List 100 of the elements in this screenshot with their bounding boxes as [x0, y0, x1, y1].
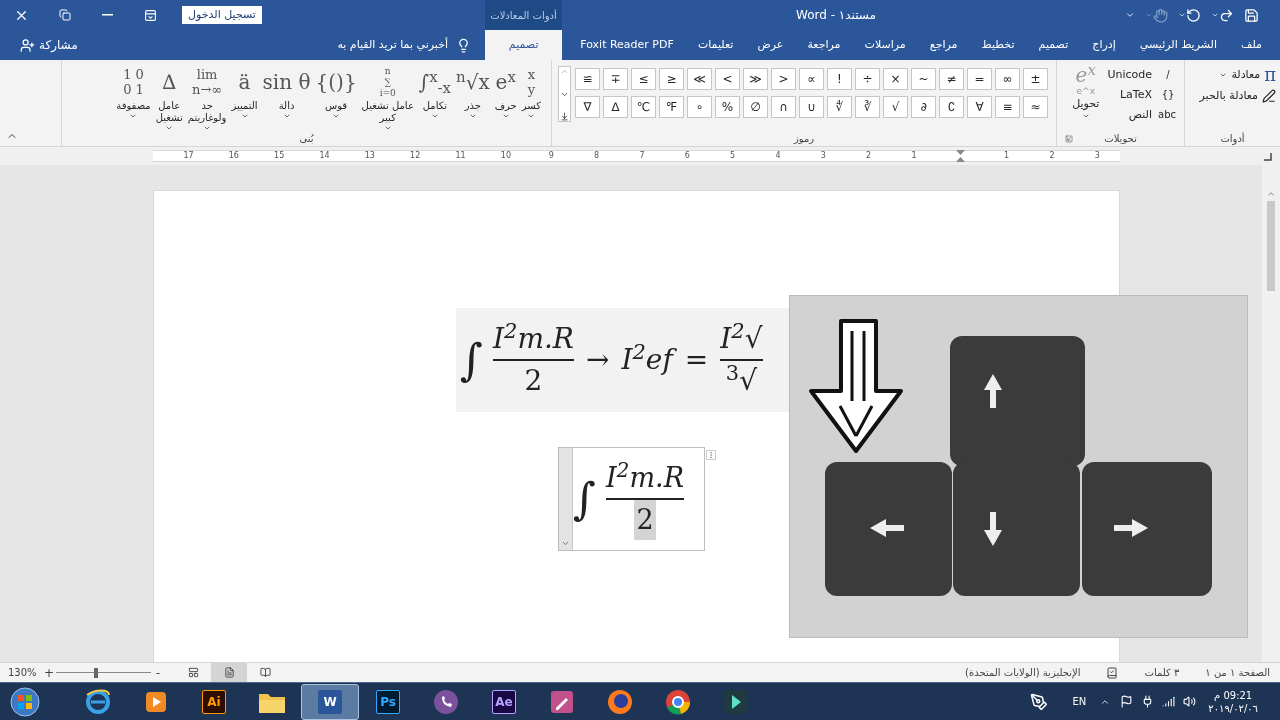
ribbon-tab[interactable]: تعليمات — [691, 30, 740, 60]
symbol-button[interactable]: × — [883, 68, 908, 90]
conversion-option[interactable]: {} LaTeX — [1107, 86, 1176, 104]
page-count[interactable]: الصفحة ١ من ١ — [1205, 665, 1270, 680]
ribbon-tab[interactable]: مراجعة — [801, 30, 847, 60]
symbol-button[interactable]: ≪ — [743, 68, 768, 90]
taskbar-app[interactable]: Ai — [185, 683, 243, 720]
pen-input-icon[interactable] — [1030, 692, 1049, 711]
symbol-button[interactable]: ~ — [911, 68, 936, 90]
symbol-button[interactable]: ∝ — [799, 68, 824, 90]
taskbar-app[interactable]: Ps — [359, 683, 417, 720]
symbol-button[interactable]: ∀ — [967, 96, 992, 118]
symbol-button[interactable]: ∆ — [603, 96, 628, 118]
ribbon-tab[interactable]: مراسلات — [858, 30, 912, 60]
tab-stop-icon[interactable] — [1263, 151, 1272, 161]
action-center-icon[interactable] — [1120, 695, 1134, 708]
caret-icon — [1219, 71, 1228, 79]
ribbon-tab[interactable]: مراجع — [923, 30, 964, 60]
symbol-button[interactable]: ∅ — [743, 96, 768, 118]
ruler-number: 16 — [227, 151, 240, 161]
ribbon-tab[interactable]: تصميم — [1032, 30, 1075, 60]
numerator: I$^{2}$√ — [720, 319, 763, 357]
symbol-button[interactable]: ℃ — [631, 96, 656, 118]
lightbulb-icon — [456, 37, 471, 53]
symbol-button[interactable]: ∁ — [939, 96, 964, 118]
symbol-button[interactable]: % — [715, 96, 740, 118]
view-mode-button[interactable] — [211, 663, 247, 682]
symbol-button[interactable]: < — [771, 68, 796, 90]
ink-equation-button[interactable]: معادلة بالحبر — [1199, 88, 1276, 105]
dialog-launcher-icon[interactable] — [1065, 135, 1073, 143]
vertical-scrollbar[interactable] — [1262, 165, 1280, 662]
caret-icon — [1178, 11, 1186, 19]
network-icon[interactable] — [1162, 695, 1176, 708]
caret-icon — [468, 112, 477, 120]
conversion-option[interactable]: / Unicode — [1107, 66, 1176, 84]
structure-button[interactable]: ∆ عامل تشغيل — [153, 64, 185, 132]
symbol-button[interactable]: ∜ — [827, 96, 852, 118]
ribbon-tab[interactable]: عرض — [751, 30, 790, 60]
ruler-number: 14 — [318, 151, 331, 161]
symbol-button[interactable]: ∓ — [603, 68, 628, 90]
clock[interactable]: 09:21 م ٢٠١٩/٠٢/٠٦ — [1208, 688, 1280, 715]
drag-handle-icon[interactable] — [706, 450, 716, 460]
input-language[interactable]: EN — [1072, 694, 1087, 709]
numerator: I$^{2}$m.R — [492, 319, 574, 357]
more-icon[interactable] — [560, 112, 569, 121]
symbol-button[interactable]: ≡ — [995, 96, 1020, 118]
symbol-button[interactable]: ∇ — [575, 96, 600, 118]
symbol-button[interactable]: ≥ — [631, 68, 656, 90]
customize-icon — [1125, 10, 1135, 20]
symbol-button[interactable]: √ — [883, 96, 908, 118]
equation-options-icon[interactable] — [561, 539, 570, 548]
symbol-button[interactable]: ∘ — [687, 96, 712, 118]
language-indicator[interactable]: الإنجليزية (الولايات المتحدة) — [965, 665, 1081, 680]
symbol-button[interactable]: ± — [1023, 68, 1048, 90]
undo-icon — [1186, 7, 1201, 23]
symbol-button[interactable]: ÷ — [855, 68, 880, 90]
symbol-button[interactable]: ! — [827, 68, 852, 90]
symbol-button[interactable]: ≈ — [1023, 96, 1048, 118]
integral-sign: ∫ — [460, 335, 483, 385]
view-icon — [223, 667, 235, 678]
symbol-button[interactable]: ℉ — [659, 96, 684, 118]
proofing-icon[interactable] — [1106, 666, 1119, 679]
ribbon-tab[interactable]: الشريط الرئيسي — [1133, 30, 1223, 60]
sign-in-button[interactable]: تسجيل الدخول — [182, 6, 262, 24]
symbol-button[interactable]: ≤ — [659, 68, 684, 90]
ruler-number: 1 — [1003, 151, 1011, 161]
zoom-thumb[interactable] — [94, 667, 98, 678]
ribbon-tab[interactable]: تخطيط — [975, 30, 1021, 60]
caret-icon — [165, 124, 174, 132]
symbol-button[interactable]: > — [715, 68, 740, 90]
symbol-button[interactable]: ≫ — [687, 68, 712, 90]
zoom-level[interactable]: 130% — [0, 665, 44, 680]
zoom-in-button[interactable]: + — [44, 666, 54, 679]
scroll-thumb[interactable] — [1267, 201, 1275, 291]
share-button[interactable]: مشاركة — [20, 36, 78, 54]
context-tab-header: أدوات المعادلات — [485, 0, 562, 30]
tell-me-search[interactable]: أخبرني بما تريد القيام به — [337, 36, 471, 54]
symbol-button[interactable]: ∂ — [911, 96, 936, 118]
symbol-button[interactable]: ≠ — [939, 68, 964, 90]
zoom-slider[interactable] — [56, 666, 151, 679]
symbol-button[interactable]: ∪ — [799, 96, 824, 118]
taskbar-app[interactable]: W — [301, 683, 359, 720]
structure-button[interactable]: {()} قوس — [313, 64, 359, 120]
word-count[interactable]: ٣ كلمات — [1144, 665, 1180, 680]
minimize-icon — [102, 14, 113, 16]
ribbon-tab[interactable]: Foxit Reader PDF — [574, 30, 680, 60]
taskbar-app[interactable]: Ae — [475, 683, 533, 720]
ribbon-tab[interactable]: تصميم — [485, 30, 563, 60]
symbol-button[interactable]: ≅ — [575, 68, 600, 90]
symbol-button[interactable]: ∩ — [771, 96, 796, 118]
symbol-button[interactable]: ∛ — [855, 96, 880, 118]
symbol-button[interactable]: = — [967, 68, 992, 90]
indent-marker-icon[interactable] — [955, 150, 965, 162]
volume-icon[interactable] — [1183, 695, 1197, 708]
touch-mode-icon — [1153, 7, 1168, 23]
ribbon-tab[interactable]: إدراج — [1086, 30, 1122, 60]
zoom-out-button[interactable]: - — [153, 666, 163, 679]
ribbon-tab[interactable]: ملف — [1235, 30, 1268, 60]
symbol-button[interactable]: ∞ — [995, 68, 1020, 90]
view-icon — [187, 667, 199, 678]
